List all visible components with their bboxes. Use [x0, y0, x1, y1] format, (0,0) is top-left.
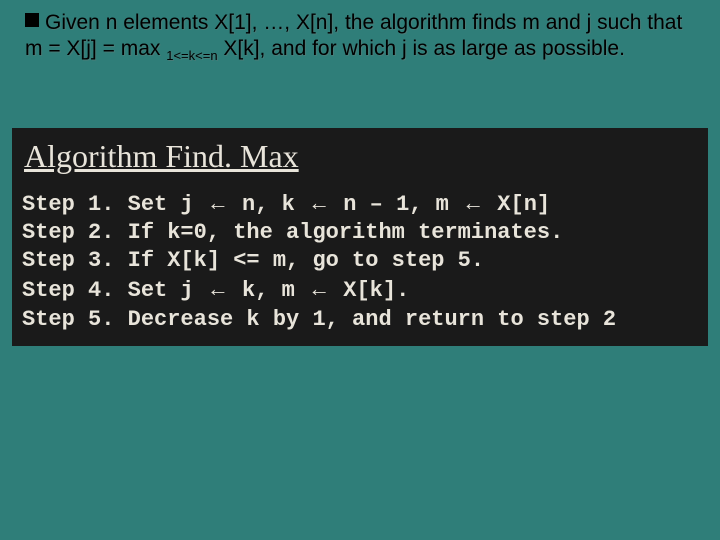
step-5: Step 5. Decrease k by 1, and return to s…	[22, 306, 698, 334]
bullet-icon	[25, 13, 39, 27]
intro-subscript: 1<=k<=n	[166, 48, 217, 63]
arrow-icon: ←	[308, 276, 330, 301]
arrow-icon: ←	[308, 190, 330, 215]
arrow-icon: ←	[207, 276, 229, 301]
step1-c: n – 1, m	[330, 192, 462, 217]
step1-a: Step 1. Set j	[22, 192, 207, 217]
step1-d: X[n]	[484, 192, 550, 217]
algorithm-steps: Step 1. Set j ← n, k ← n – 1, m ← X[n] S…	[22, 189, 698, 334]
algorithm-panel: Algorithm Find. Max Step 1. Set j ← n, k…	[12, 128, 708, 346]
step4-b: k, m	[229, 278, 308, 303]
slide: Given n elements X[1], …, X[n], the algo…	[0, 0, 720, 540]
step4-a: Step 4. Set j	[22, 278, 207, 303]
intro-text-part2: X[k], and for which j is as large as pos…	[218, 37, 625, 60]
intro-paragraph: Given n elements X[1], …, X[n], the algo…	[25, 10, 700, 65]
arrow-icon: ←	[462, 190, 484, 215]
arrow-icon: ←	[207, 190, 229, 215]
step-3: Step 3. If X[k] <= m, go to step 5.	[22, 247, 698, 275]
step1-b: n, k	[229, 192, 308, 217]
step-2: Step 2. If k=0, the algorithm terminates…	[22, 219, 698, 247]
step-1: Step 1. Set j ← n, k ← n – 1, m ← X[n]	[22, 189, 698, 219]
step4-c: X[k].	[330, 278, 409, 303]
step-4: Step 4. Set j ← k, m ← X[k].	[22, 275, 698, 305]
algorithm-title: Algorithm Find. Max	[24, 138, 698, 175]
